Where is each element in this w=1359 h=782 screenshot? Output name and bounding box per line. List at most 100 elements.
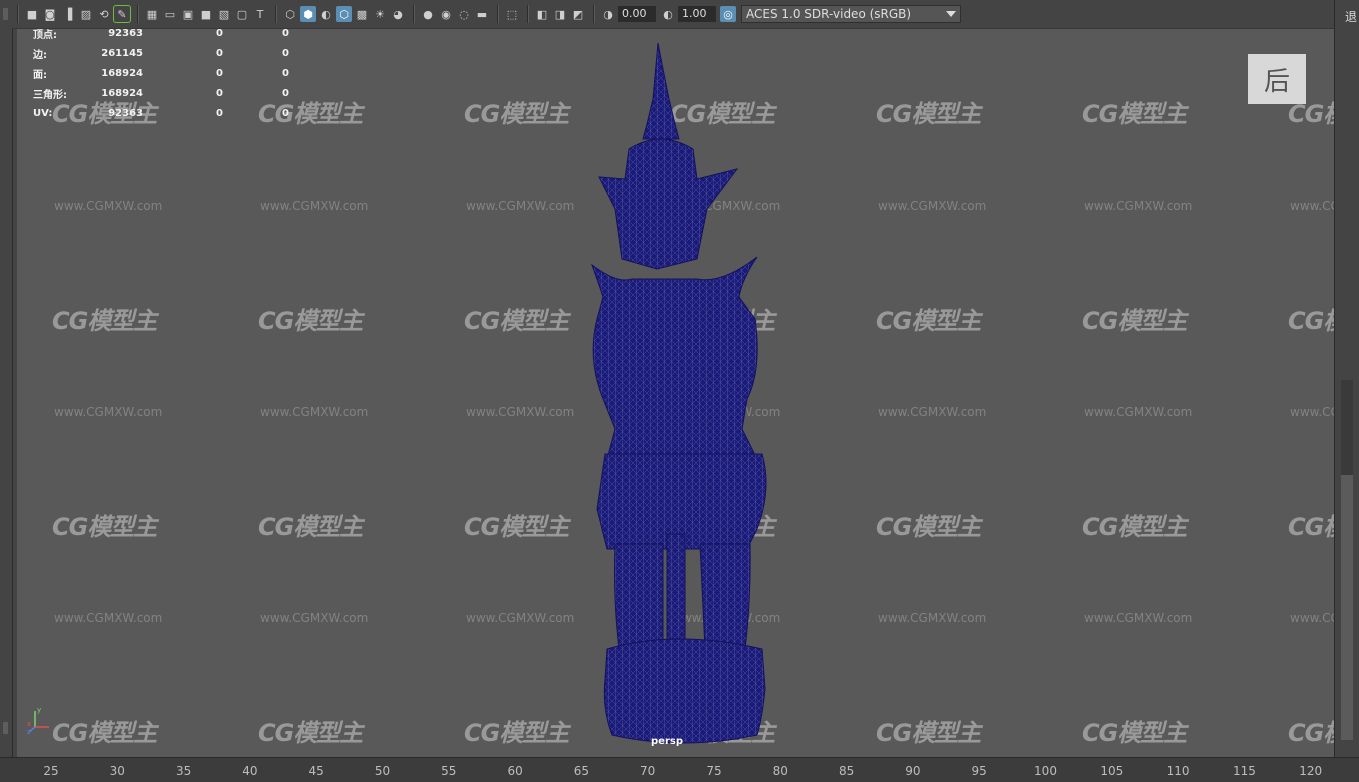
hud-value: 0 [216, 87, 223, 99]
hud-label: 边: [33, 49, 47, 61]
toolbar-separator [137, 5, 139, 23]
color-management-icon[interactable]: ◎ [720, 6, 736, 22]
timeline-tick-label: 40 [242, 764, 258, 778]
timeline-tick-label: 45 [308, 764, 324, 778]
left-panel-strip [0, 0, 13, 781]
timeline-tick-label: 95 [971, 764, 987, 778]
hud-row-vertices: 顶点: 92363 0 0 [33, 29, 289, 43]
exposure-field[interactable]: 0.00 [618, 6, 656, 22]
axis-y-label: y [37, 706, 41, 714]
hud-value: 0 [216, 29, 223, 39]
shadows-icon[interactable]: ◕ [390, 6, 406, 22]
camera-name-label: persp [651, 736, 683, 747]
use-default-material-icon[interactable]: ◐ [318, 6, 334, 22]
timeline-tick-label: 25 [43, 764, 59, 778]
timeline-tick-label: 70 [640, 764, 656, 778]
timeline-tick-label: 60 [507, 764, 523, 778]
gamma-field[interactable]: 1.00 [678, 6, 716, 22]
timeline-tick-label: 115 [1232, 764, 1256, 778]
use-all-lights-icon[interactable]: ☀ [372, 6, 388, 22]
safe-title-icon[interactable]: T [252, 6, 268, 22]
xray-joints-icon[interactable]: ◨ [552, 6, 568, 22]
2d-pan-zoom-icon[interactable]: ⟲ [96, 6, 112, 22]
hud-row-triangles: 三角形: 168924 0 0 [33, 83, 289, 103]
axis-z-label: z [27, 728, 31, 735]
toolbar-separator [17, 5, 19, 23]
gate-mask-icon[interactable]: ■ [198, 6, 214, 22]
wireframe-on-shaded-icon[interactable]: ⬡ [336, 6, 352, 22]
grease-pencil-icon[interactable]: ✎ [113, 5, 131, 23]
timeline-tick-label: 110 [1166, 764, 1190, 778]
hud-row-faces: 面: 168924 0 0 [33, 63, 289, 83]
screen-space-ao-icon[interactable]: ● [420, 6, 436, 22]
toolbar-separator [497, 5, 499, 23]
perspective-viewport[interactable]: CG模型主CG模型主CG模型主CG模型主CG模型主CG模型主CG模型主CG模型主… [17, 29, 1334, 757]
timeline-tick-label: 120 [1299, 764, 1323, 778]
hud-label: 顶点: [33, 29, 57, 41]
film-gate-icon[interactable]: ▭ [162, 6, 178, 22]
wireframe-icon[interactable]: ⬡ [282, 6, 298, 22]
hud-value: 261145 [101, 47, 143, 59]
motion-blur-icon[interactable]: ◉ [438, 6, 454, 22]
camera-icon[interactable]: ■ [24, 6, 40, 22]
hud-value: 0 [282, 87, 289, 99]
timeline-tick-label: 105 [1100, 764, 1124, 778]
statue-mesh[interactable] [17, 29, 1334, 757]
hud-value: 0 [216, 47, 223, 59]
bookmark-icon[interactable]: ▐ [60, 6, 76, 22]
hud-value: 0 [282, 29, 289, 39]
hud-value: 0 [282, 47, 289, 59]
statue-torso [590, 256, 758, 460]
smooth-shade-icon[interactable]: ⬢ [300, 6, 316, 22]
panel-notch[interactable] [3, 8, 8, 20]
statue-crown [598, 138, 739, 270]
timeline-tick-label: 100 [1034, 764, 1057, 778]
hud-value: 168924 [101, 67, 143, 79]
toolbar-separator [413, 5, 415, 23]
statue-left-leg [614, 543, 664, 650]
timeline-ruler[interactable]: 25 30 35 40 45 50 55 60 65 70 75 80 85 90 95 100 105 110 1… [0, 757, 1359, 782]
toolbar-separator [527, 5, 529, 23]
hud-value: 0 [282, 67, 289, 79]
poly-count-hud: 顶点: 92363 0 0 边: 261145 0 0 面: 168924 0 … [33, 29, 289, 123]
gamma-icon[interactable]: ◐ [660, 6, 676, 22]
view-cube-back[interactable]: 后 [1248, 54, 1306, 104]
safe-action-icon[interactable]: ▢ [234, 6, 250, 22]
timeline-tick-label: 35 [175, 764, 192, 778]
statue-right-leg [699, 543, 751, 650]
hud-value: 0 [216, 67, 223, 79]
anti-aliasing-icon[interactable]: ◌ [456, 6, 472, 22]
timeline-tick-label: 50 [374, 764, 391, 778]
hud-row-uvs: UV: 92363 0 0 [33, 103, 289, 123]
hud-label: UV: [33, 107, 53, 119]
isolate-select-icon[interactable]: ⬚ [504, 6, 520, 22]
colorspace-dropdown[interactable]: ACES 1.0 SDR-video (sRGB) [741, 5, 961, 23]
xray-icon[interactable]: ◧ [534, 6, 550, 22]
exposure-icon[interactable]: ◑ [600, 6, 616, 22]
grid-icon[interactable]: ▦ [144, 6, 160, 22]
image-plane-icon[interactable]: ▨ [78, 6, 94, 22]
statue-base [603, 638, 766, 744]
depth-of-field-icon[interactable]: ▬ [474, 6, 490, 22]
toolbar-separator [275, 5, 277, 23]
resolution-gate-icon[interactable]: ▣ [180, 6, 196, 22]
timeline-tick-label: 90 [905, 764, 921, 778]
right-panel-label[interactable]: 退 [1345, 8, 1357, 25]
panel-notch[interactable] [3, 722, 8, 734]
backface-culling-icon[interactable]: ◩ [570, 6, 586, 22]
hud-value: 168924 [101, 87, 143, 99]
textured-icon[interactable]: ▩ [354, 6, 370, 22]
hud-value: 0 [216, 107, 223, 119]
hud-label: 三角形: [33, 89, 67, 101]
viewport-toolbar: ■ ◙ ▐ ▨ ⟲ ✎ ▦ ▭ ▣ ■ ▧ ▢ T ⬡ ⬢ ◐ ⬡ ▩ ☀ ◕ … [12, 0, 1334, 29]
hud-label: 面: [33, 69, 47, 81]
axis-x-label: x [27, 720, 31, 728]
camera-attributes-icon[interactable]: ◙ [42, 6, 58, 22]
timeline-tick-label: 80 [772, 764, 788, 778]
scrollbar-thumb[interactable] [1341, 475, 1353, 740]
timeline-tick-label: 65 [573, 764, 590, 778]
hud-row-edges: 边: 261145 0 0 [33, 43, 289, 63]
field-chart-icon[interactable]: ▧ [216, 6, 232, 22]
hud-value: 92363 [108, 29, 143, 39]
toolbar-separator [593, 5, 595, 23]
